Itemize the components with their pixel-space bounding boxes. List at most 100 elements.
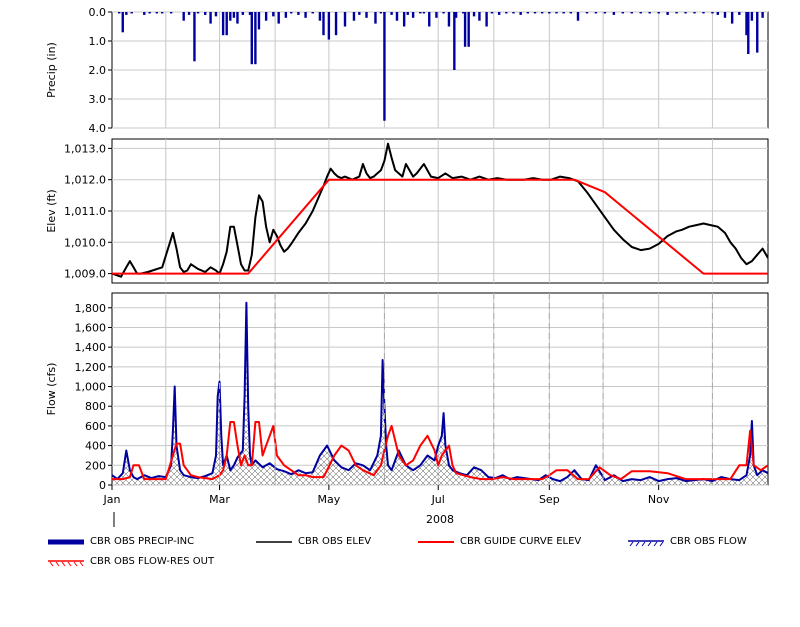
- precip-bar: [472, 12, 476, 17]
- precip-bar: [334, 12, 338, 36]
- precip-bar: [761, 12, 764, 18]
- precip-bar: [738, 12, 741, 15]
- precip-bar: [467, 12, 470, 47]
- precip-bar: [402, 12, 406, 27]
- precip-bar: [463, 12, 467, 47]
- precip-bar: [594, 12, 598, 14]
- legend-label-elev: CBR OBS ELEV: [298, 536, 372, 547]
- precip-bar: [327, 12, 331, 40]
- precip-bar: [533, 12, 537, 14]
- legend-label-flow: CBR OBS FLOW: [670, 536, 747, 547]
- precip-bar: [675, 12, 678, 14]
- precip-bar: [411, 12, 415, 18]
- precip-bar: [562, 12, 565, 14]
- y-axis-label: Precip (in): [45, 42, 58, 98]
- y-tick-label: 1,011.0: [64, 205, 106, 218]
- precip-bar: [187, 12, 191, 15]
- precip-bar: [540, 12, 544, 14]
- precip-bar: [630, 12, 633, 14]
- precip-bar: [117, 12, 121, 14]
- precip-bar: [358, 12, 361, 15]
- precip-bar: [264, 12, 268, 21]
- precip-bar: [716, 12, 720, 15]
- precip-bar: [390, 12, 393, 15]
- x-tick-label: Jan: [103, 493, 121, 506]
- y-tick-label: 200: [85, 459, 106, 472]
- precip-bar: [526, 12, 530, 14]
- precip-bar: [485, 12, 488, 27]
- y-tick-label: 1,600: [75, 321, 107, 334]
- precip-bar: [257, 12, 261, 30]
- precip-bar: [155, 12, 159, 14]
- precip-bar: [505, 12, 508, 14]
- legend-label-precip: CBR OBS PRECIP-INC: [90, 536, 195, 547]
- precip-bar: [318, 12, 322, 21]
- precip-bar: [657, 12, 660, 14]
- y-axis-label: Elev (ft): [45, 189, 58, 232]
- precip-bar: [229, 12, 232, 21]
- precip-bar: [343, 12, 347, 27]
- precip-bar: [406, 12, 409, 15]
- precip-bar: [221, 12, 225, 36]
- y-tick-label: 1.0: [89, 35, 107, 48]
- precip-bar: [284, 12, 288, 18]
- year-label: 2008: [426, 513, 454, 526]
- precip-bar: [209, 12, 212, 24]
- precip-bar: [756, 12, 759, 53]
- precip-bar: [160, 12, 164, 14]
- precip-bar: [693, 12, 696, 14]
- precip-bar: [585, 12, 589, 14]
- legend-item-guide-curve: CBR GUIDE CURVE ELEV: [418, 536, 581, 547]
- precip-bar: [277, 12, 280, 24]
- precip-bar: [576, 12, 580, 21]
- precip-bar: [569, 12, 573, 14]
- legend-label-res-out: CBR OBS FLOW-RES OUT: [90, 556, 215, 567]
- precip-bar: [204, 12, 207, 15]
- precip-bar: [322, 12, 325, 36]
- precip-bar: [130, 12, 133, 14]
- legend: CBR OBS PRECIP-INC CBR OBS ELEV CBR GUID…: [0, 534, 800, 574]
- precip-bar: [232, 12, 236, 18]
- flow-panel: 0 200 400 600 800 1,000 1,200 1,400 1,600 1,800 Fl…: [45, 292, 769, 492]
- precip-bar: [272, 12, 275, 17]
- y-tick-label: 1,010.0: [64, 236, 106, 249]
- legend-swatch-elev: [256, 540, 292, 543]
- y-tick-label: 400: [85, 440, 106, 453]
- precip-bar: [236, 12, 239, 24]
- y-tick-label: 0: [99, 479, 106, 492]
- precip-bar: [395, 12, 399, 21]
- precip-bar: [304, 12, 307, 18]
- y-tick-label: 1,200: [75, 361, 107, 374]
- legend-item-res-out: CBR OBS FLOW-RES OUT: [48, 556, 214, 567]
- chart-canvas: 0.0 1.0 2.0 3.0 4.0 Precip (in) 1,009.0 1,010.…: [45, 6, 769, 527]
- precip-bar: [512, 12, 515, 14]
- y-tick-label: 1,800: [75, 302, 107, 315]
- precip-bar: [519, 12, 522, 15]
- precip-bar: [383, 12, 386, 121]
- precip-bar: [555, 12, 558, 14]
- precip-bar: [148, 12, 151, 14]
- legend-item-flow: CBR OBS FLOW: [628, 536, 747, 547]
- y-tick-label: 1,012.0: [64, 174, 106, 187]
- x-tick-label: Mar: [209, 493, 230, 506]
- precip-bar: [723, 12, 727, 18]
- precip-panel: 0.0 1.0 2.0 3.0 4.0 Precip (in): [45, 6, 769, 135]
- y-tick-label: 4.0: [89, 122, 107, 135]
- precip-bar: [639, 12, 642, 14]
- precip-bar: [250, 12, 254, 65]
- y-tick-label: 1,400: [75, 341, 107, 354]
- precip-bar: [297, 12, 300, 15]
- precip-bar: [365, 12, 368, 18]
- precip-bar: [374, 12, 377, 24]
- legend-swatch-precip: [48, 539, 84, 544]
- precip-bar: [241, 12, 245, 15]
- precip-bar: [747, 12, 750, 55]
- precip-bar: [428, 12, 431, 27]
- precip-bar: [612, 12, 616, 15]
- legend-swatch-flow: [628, 539, 664, 546]
- y-axis-label: Flow (cfs): [45, 363, 58, 416]
- x-tick-label: Nov: [648, 493, 670, 506]
- precip-bar: [548, 12, 551, 14]
- precip-bar: [196, 12, 200, 14]
- y-tick-label: 1,009.0: [64, 268, 106, 281]
